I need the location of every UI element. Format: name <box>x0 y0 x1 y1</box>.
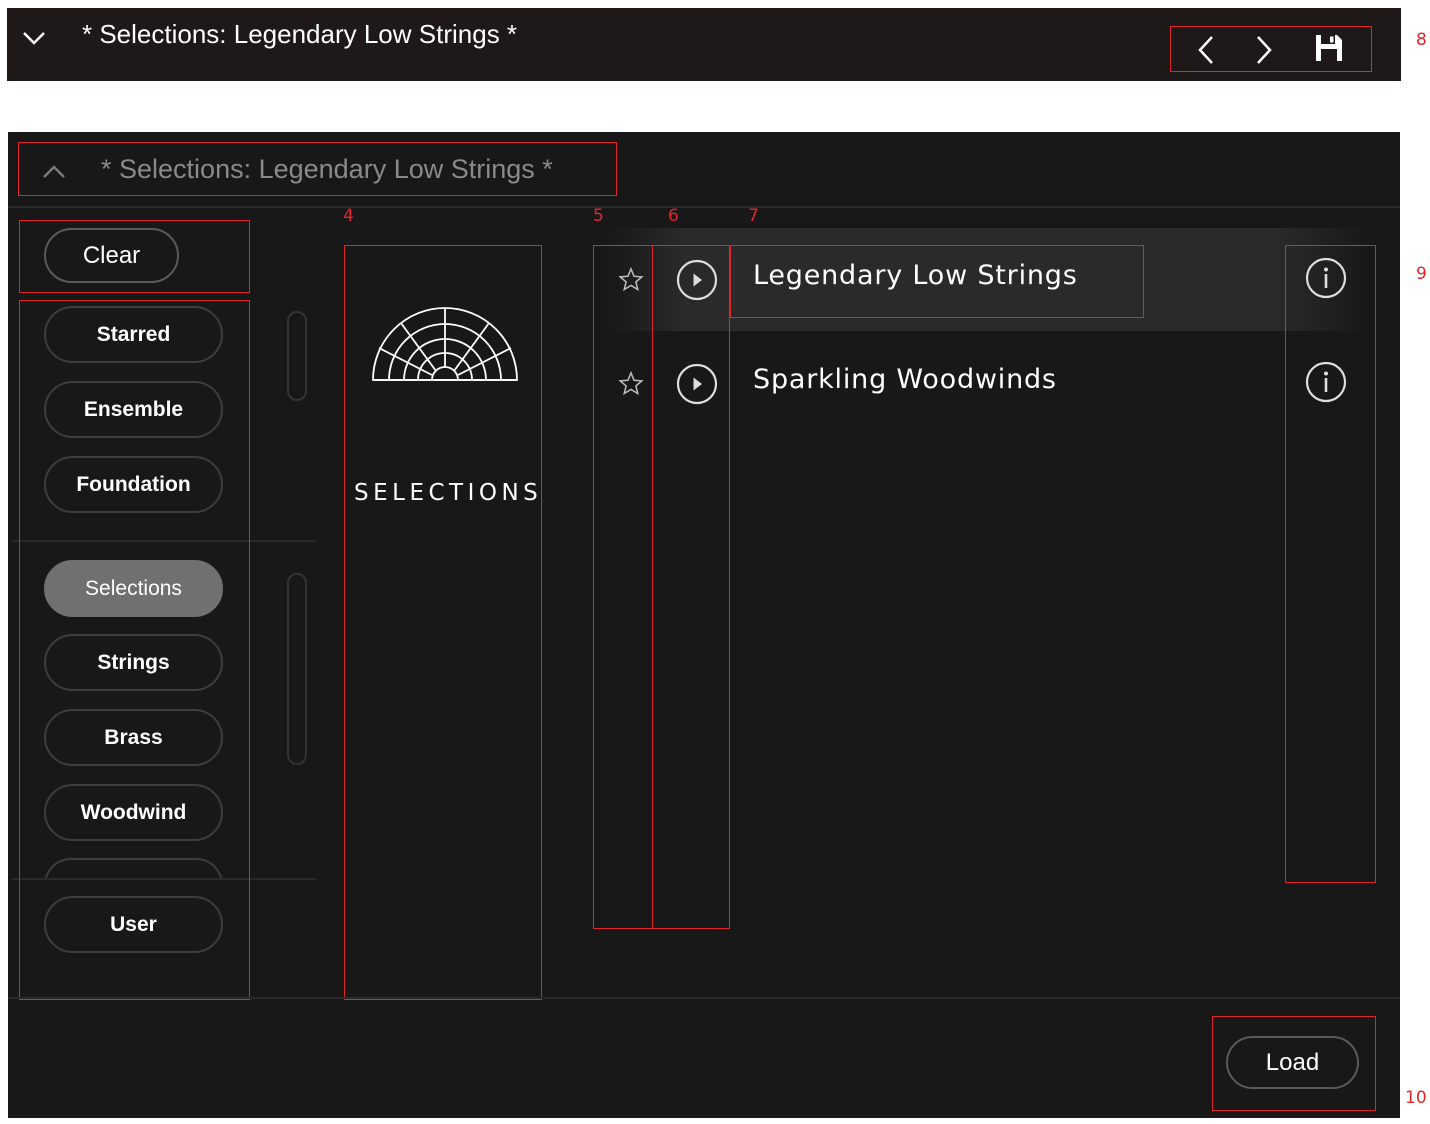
annotation-box-10 <box>1212 1016 1376 1111</box>
annotation-box-8 <box>1170 26 1372 72</box>
annotation-number-7: 7 <box>748 206 759 226</box>
annotation-number-8: 8 <box>1416 30 1427 50</box>
annotation-number-6: 6 <box>668 206 679 226</box>
annotation-box-header <box>18 142 617 196</box>
annotation-box-filters <box>19 300 250 1000</box>
chevron-down-icon[interactable] <box>20 24 48 52</box>
scrollbar-middle[interactable] <box>287 573 307 765</box>
scrollbar-top[interactable] <box>287 311 307 401</box>
annotation-box-5 <box>593 245 653 929</box>
preset-name[interactable]: Sparkling Woodwinds <box>753 364 1057 395</box>
annotation-number-9: 9 <box>1416 264 1427 284</box>
footer-divider <box>8 997 1400 999</box>
annotation-box-4 <box>344 245 542 1000</box>
preset-title: * Selections: Legendary Low Strings * <box>82 19 518 49</box>
annotation-number-4: 4 <box>343 206 354 226</box>
annotation-box-9 <box>1285 245 1376 883</box>
annotation-box-clear <box>19 220 250 293</box>
annotation-number-5: 5 <box>593 206 604 226</box>
header-divider <box>8 206 1400 208</box>
annotation-box-6 <box>652 245 730 929</box>
annotation-box-7 <box>730 245 1144 318</box>
annotation-number-10: 10 <box>1405 1088 1427 1108</box>
